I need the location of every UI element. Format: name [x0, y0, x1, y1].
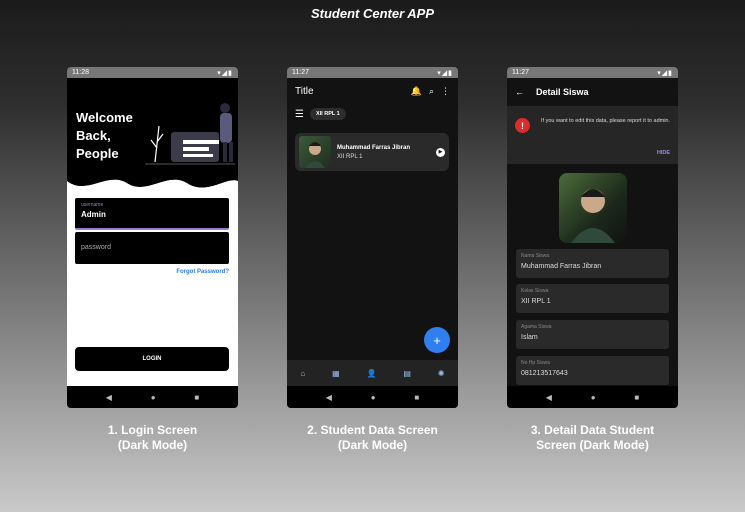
student-class: XII RPL 1	[337, 153, 363, 160]
login-button[interactable]: LOGIN	[75, 347, 229, 371]
document-tab-icon[interactable]: ▤	[403, 369, 411, 378]
field-label: No Hp Siswa	[521, 360, 550, 366]
caption-login: 1. Login Screen (Dark Mode)	[67, 423, 238, 453]
chevron-right-icon[interactable]: ▶	[436, 147, 445, 157]
system-nav-bar: ◀ ● ■	[67, 386, 238, 408]
caption-line: (Dark Mode)	[117, 438, 188, 452]
filter-row: ☰ XII RPL 1	[295, 108, 346, 120]
back-arrow-icon[interactable]: ←	[515, 87, 524, 97]
login-phone: 11:28 ▾◢▮ Welcome Back, People username …	[67, 67, 238, 408]
caption-student-data: 2. Student Data Screen (Dark Mode)	[287, 423, 458, 453]
illustration	[145, 103, 235, 165]
phone-field: No Hp Siswa 081213517643	[516, 356, 669, 385]
recents-icon[interactable]: ■	[414, 393, 419, 402]
field-label: Kelas Siswa	[521, 288, 549, 294]
name-field: Nama Siswa Muhammad Farras Jibran	[516, 249, 669, 278]
student-name: Muhammad Farras Jibran	[337, 144, 411, 151]
caption-line: 1. Login Screen	[107, 423, 198, 437]
alert-icon: !	[515, 118, 530, 133]
username-field[interactable]: username Admin	[75, 198, 229, 230]
student-photo	[559, 173, 627, 243]
password-field[interactable]: password	[75, 232, 229, 264]
bell-icon[interactable]: 🔔	[411, 86, 422, 97]
field-value: XII RPL 1	[521, 298, 551, 305]
field-label: Agama Siswa	[521, 324, 552, 330]
student-card[interactable]: Muhammad Farras Jibran XII RPL 1 ▶	[295, 133, 449, 171]
banner-text: If you want to edit this data, please re…	[541, 118, 671, 124]
welcome-text: Welcome Back, People	[76, 110, 133, 161]
app-title: Student Center APP	[310, 6, 435, 21]
forgot-password-link[interactable]: Forgot Password?	[176, 269, 229, 275]
caption-line: Screen (Dark Mode)	[536, 438, 649, 452]
status-bar: 11:27 ▾◢▮	[287, 67, 458, 78]
home-icon[interactable]: ●	[371, 393, 376, 402]
back-icon[interactable]: ◀	[106, 393, 112, 402]
page-title: Title	[295, 86, 314, 97]
bottom-navigation: ⌂ ▦ 👤 ▤ ✺	[287, 360, 458, 386]
add-student-button[interactable]: +	[424, 327, 450, 353]
status-icons: ▾◢▮	[657, 69, 673, 77]
status-time: 11:28	[72, 69, 89, 76]
caption-line: 2. Student Data Screen	[307, 423, 438, 437]
system-nav-bar: ◀ ● ■	[507, 386, 678, 408]
field-value: Muhammad Farras Jibran	[521, 263, 602, 270]
religion-field: Agama Siswa Islam	[516, 320, 669, 349]
class-chip[interactable]: XII RPL 1	[309, 108, 346, 120]
home-icon[interactable]: ●	[151, 393, 156, 402]
status-icons: ▾◢▮	[217, 69, 233, 77]
class-field: Kelas Siswa XII RPL 1	[516, 284, 669, 313]
page-title: Detail Siswa	[536, 87, 589, 97]
username-value: Admin	[81, 210, 106, 219]
top-app-bar: ← Detail Siswa	[507, 78, 678, 106]
student-avatar	[299, 136, 331, 168]
field-value: 081213517643	[521, 370, 568, 377]
status-time: 11:27	[292, 69, 309, 76]
status-icons: ▾◢▮	[437, 69, 453, 77]
username-label: username	[81, 202, 104, 208]
recents-icon[interactable]: ■	[194, 393, 199, 402]
status-bar: 11:28 ▾◢▮	[67, 67, 238, 78]
student-info: Muhammad Farras Jibran XII RPL 1	[337, 145, 410, 160]
more-vert-icon[interactable]: ⋮	[441, 86, 450, 97]
system-nav-bar: ◀ ● ■	[287, 386, 458, 408]
home-icon[interactable]: ●	[591, 393, 596, 402]
info-banner: ! If you want to edit this data, please …	[507, 106, 678, 164]
top-actions: 🔔 ⌕ ⋮	[411, 86, 450, 97]
recents-icon[interactable]: ■	[634, 393, 639, 402]
person-tab-icon[interactable]: 👤	[367, 369, 377, 378]
status-bar: 11:27 ▾◢▮	[507, 67, 678, 78]
field-label: Nama Siswa	[521, 253, 550, 259]
filter-list-icon[interactable]: ☰	[295, 109, 304, 120]
password-placeholder: password	[81, 244, 111, 251]
home-tab-icon[interactable]: ⌂	[300, 369, 305, 378]
back-icon[interactable]: ◀	[546, 393, 552, 402]
search-icon[interactable]: ⌕	[429, 86, 434, 97]
hide-button[interactable]: HIDE	[657, 150, 670, 156]
caption-line: (Dark Mode)	[337, 438, 408, 452]
field-value: Islam	[521, 334, 538, 341]
student-list-phone: 11:27 ▾◢▮ Title 🔔 ⌕ ⋮ ☰ XII RPL 1 Muhamm…	[287, 67, 458, 408]
caption-line: 3. Detail Data Student	[530, 423, 655, 437]
status-time: 11:27	[512, 69, 529, 76]
settings-tab-icon[interactable]: ✺	[438, 369, 445, 378]
back-icon[interactable]: ◀	[326, 393, 332, 402]
top-app-bar: Title 🔔 ⌕ ⋮	[287, 78, 458, 105]
detail-phone: 11:27 ▾◢▮ ← Detail Siswa ! If you want t…	[507, 67, 678, 408]
calendar-tab-icon[interactable]: ▦	[332, 369, 340, 378]
caption-detail: 3. Detail Data Student Screen (Dark Mode…	[507, 423, 678, 453]
